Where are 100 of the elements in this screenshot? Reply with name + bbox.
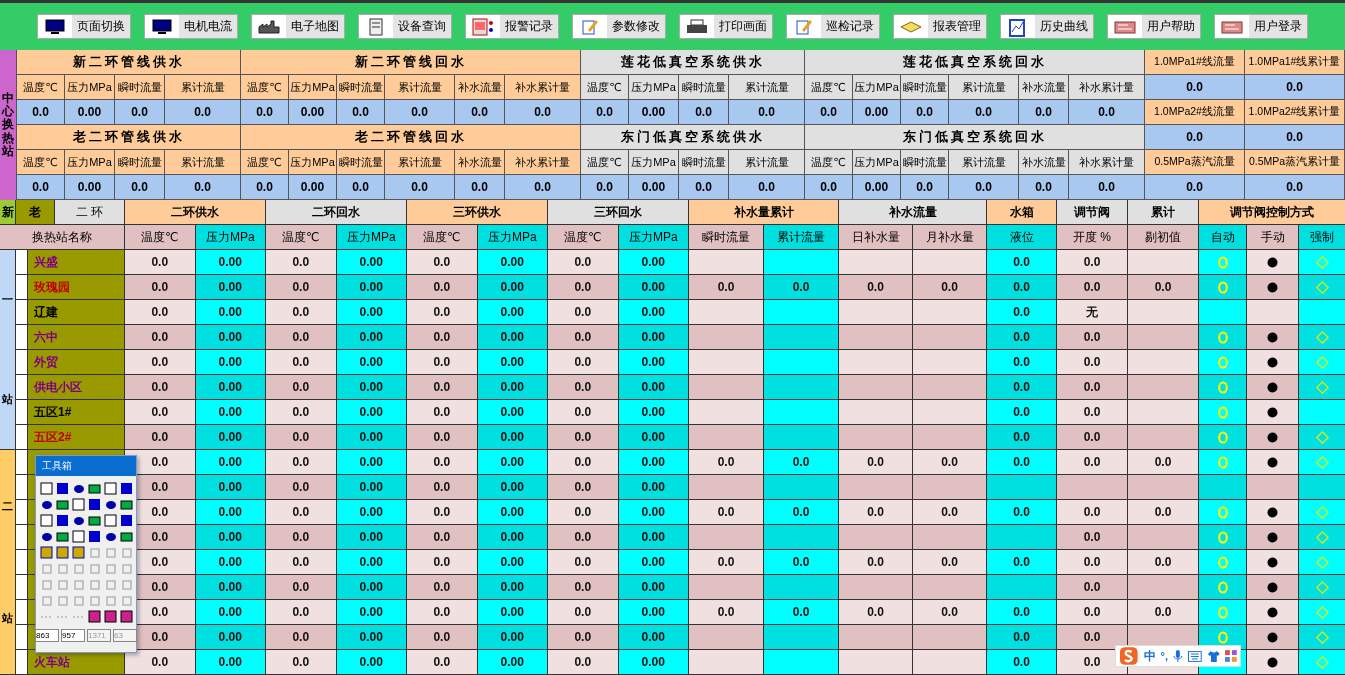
auto-mode-cell[interactable] bbox=[1199, 575, 1247, 600]
edit-icon bbox=[581, 17, 599, 36]
table-cell: 0.0 bbox=[689, 450, 764, 475]
table-cell: 0.0 bbox=[266, 400, 337, 425]
forced-mode-cell[interactable] bbox=[1299, 425, 1345, 450]
table-cell: 0.0 bbox=[548, 600, 619, 625]
punctuation-toggle[interactable]: °, bbox=[1160, 650, 1169, 662]
diamond-icon bbox=[1315, 455, 1329, 469]
tool-icons-drawing[interactable] bbox=[38, 480, 134, 626]
toolbar-button[interactable]: 巡检记录 bbox=[786, 14, 880, 39]
keyboard-icon[interactable] bbox=[1187, 650, 1202, 662]
column-header: 1.0MPa1#线累计量 bbox=[1245, 50, 1345, 75]
coordinate-field[interactable]: 957 bbox=[61, 629, 85, 642]
table-cell: 0.00 bbox=[336, 300, 407, 325]
column-header: 液位 bbox=[987, 225, 1057, 250]
apps-icon[interactable] bbox=[1225, 650, 1237, 662]
forced-mode-cell[interactable] bbox=[1299, 600, 1345, 625]
manual-mode-cell[interactable] bbox=[1247, 300, 1299, 325]
group-label: 二 bbox=[2, 498, 13, 514]
toolbar-button[interactable]: 参数修改 bbox=[572, 14, 666, 39]
table-cell: 0.0 bbox=[1057, 325, 1128, 350]
auto-mode-cell[interactable] bbox=[1199, 500, 1247, 525]
manual-mode-cell[interactable] bbox=[1247, 650, 1299, 675]
toolbar-button[interactable]: 电子地图 bbox=[251, 14, 345, 39]
auto-mode-cell[interactable] bbox=[1199, 425, 1247, 450]
dot-icon bbox=[1267, 281, 1278, 293]
column-header: 累计流量 bbox=[165, 150, 241, 175]
forced-mode-cell[interactable] bbox=[1299, 500, 1345, 525]
auto-mode-cell[interactable] bbox=[1199, 525, 1247, 550]
ring-tab[interactable]: 老 bbox=[16, 200, 55, 225]
table-cell: 0.0 bbox=[987, 300, 1057, 325]
toolbar-button[interactable]: 用户登录 bbox=[1214, 14, 1308, 39]
toolbar-button[interactable]: 电机电流 bbox=[144, 14, 238, 39]
manual-mode-cell[interactable] bbox=[1247, 575, 1299, 600]
forced-mode-cell[interactable] bbox=[1299, 625, 1345, 650]
toolbar-button[interactable]: 打印画面 bbox=[679, 14, 773, 39]
column-header: 压力MPa bbox=[477, 225, 548, 250]
table-cell: 0.0 bbox=[266, 550, 337, 575]
toolbar-button[interactable]: 报警记录 bbox=[465, 14, 559, 39]
manual-mode-cell[interactable] bbox=[1247, 400, 1299, 425]
manual-mode-cell[interactable] bbox=[1247, 550, 1299, 575]
forced-mode-cell[interactable] bbox=[1299, 275, 1345, 300]
auto-mode-cell[interactable] bbox=[1199, 350, 1247, 375]
forced-mode-cell[interactable] bbox=[1299, 475, 1345, 500]
coordinate-field[interactable]: 863 bbox=[35, 629, 59, 642]
toolbar-button[interactable]: 用户帮助 bbox=[1107, 14, 1201, 39]
shirt-icon[interactable] bbox=[1206, 649, 1221, 663]
forced-mode-cell[interactable] bbox=[1299, 375, 1345, 400]
forced-mode-cell[interactable] bbox=[1299, 525, 1345, 550]
column-header: 压力MPa bbox=[65, 75, 115, 100]
auto-mode-cell[interactable] bbox=[1199, 550, 1247, 575]
manual-mode-cell[interactable] bbox=[1247, 275, 1299, 300]
toolbar-button[interactable]: 页面切换 bbox=[37, 14, 131, 39]
value-cell: 0.00 bbox=[65, 100, 115, 125]
manual-mode-cell[interactable] bbox=[1247, 425, 1299, 450]
value-cell: 0.0 bbox=[455, 175, 505, 200]
input-mode-toggle[interactable]: 中 bbox=[1143, 647, 1156, 665]
forced-mode-cell[interactable] bbox=[1299, 300, 1345, 325]
toolbar-button[interactable]: 报表管理 bbox=[893, 14, 987, 39]
auto-mode-cell[interactable] bbox=[1199, 475, 1247, 500]
manual-mode-cell[interactable] bbox=[1247, 625, 1299, 650]
auto-mode-cell[interactable] bbox=[1199, 600, 1247, 625]
forced-mode-cell[interactable] bbox=[1299, 575, 1345, 600]
forced-mode-cell[interactable] bbox=[1299, 650, 1345, 675]
manual-mode-cell[interactable] bbox=[1247, 325, 1299, 350]
forced-mode-cell[interactable] bbox=[1299, 250, 1345, 275]
forced-mode-cell[interactable] bbox=[1299, 325, 1345, 350]
table-cell: 0.00 bbox=[336, 600, 407, 625]
auto-mode-cell[interactable] bbox=[1199, 400, 1247, 425]
column-header: 压力MPa bbox=[195, 225, 266, 250]
station-name-cell[interactable]: 五区1# bbox=[28, 400, 125, 425]
auto-mode-cell[interactable] bbox=[1199, 450, 1247, 475]
manual-mode-cell[interactable] bbox=[1247, 350, 1299, 375]
station-name-cell[interactable]: 辽建 bbox=[28, 300, 125, 325]
toolbar-button[interactable]: 设备查询 bbox=[358, 14, 452, 39]
table-cell: 0.0 bbox=[548, 375, 619, 400]
value-cell: 0.0 bbox=[165, 175, 241, 200]
ring-tab[interactable]: 新 bbox=[0, 200, 16, 225]
manual-mode-cell[interactable] bbox=[1247, 500, 1299, 525]
manual-mode-cell[interactable] bbox=[1247, 375, 1299, 400]
ring-tab[interactable]: 二 环 bbox=[55, 200, 125, 225]
manual-mode-cell[interactable] bbox=[1247, 475, 1299, 500]
table-cell: 0.00 bbox=[336, 650, 407, 675]
auto-mode-cell[interactable] bbox=[1199, 375, 1247, 400]
table-cell: 0.00 bbox=[618, 325, 689, 350]
microphone-icon[interactable] bbox=[1173, 649, 1183, 663]
auto-mode-cell[interactable] bbox=[1199, 275, 1247, 300]
auto-mode-cell[interactable] bbox=[1199, 325, 1247, 350]
manual-mode-cell[interactable] bbox=[1247, 450, 1299, 475]
forced-mode-cell[interactable] bbox=[1299, 400, 1345, 425]
auto-mode-cell[interactable] bbox=[1199, 250, 1247, 275]
manual-mode-cell[interactable] bbox=[1247, 250, 1299, 275]
toolbar-button[interactable]: 历史曲线 bbox=[1000, 14, 1094, 39]
s-logo-icon[interactable] bbox=[1119, 646, 1139, 666]
manual-mode-cell[interactable] bbox=[1247, 525, 1299, 550]
forced-mode-cell[interactable] bbox=[1299, 450, 1345, 475]
manual-mode-cell[interactable] bbox=[1247, 600, 1299, 625]
forced-mode-cell[interactable] bbox=[1299, 550, 1345, 575]
auto-mode-cell[interactable] bbox=[1199, 300, 1247, 325]
forced-mode-cell[interactable] bbox=[1299, 350, 1345, 375]
